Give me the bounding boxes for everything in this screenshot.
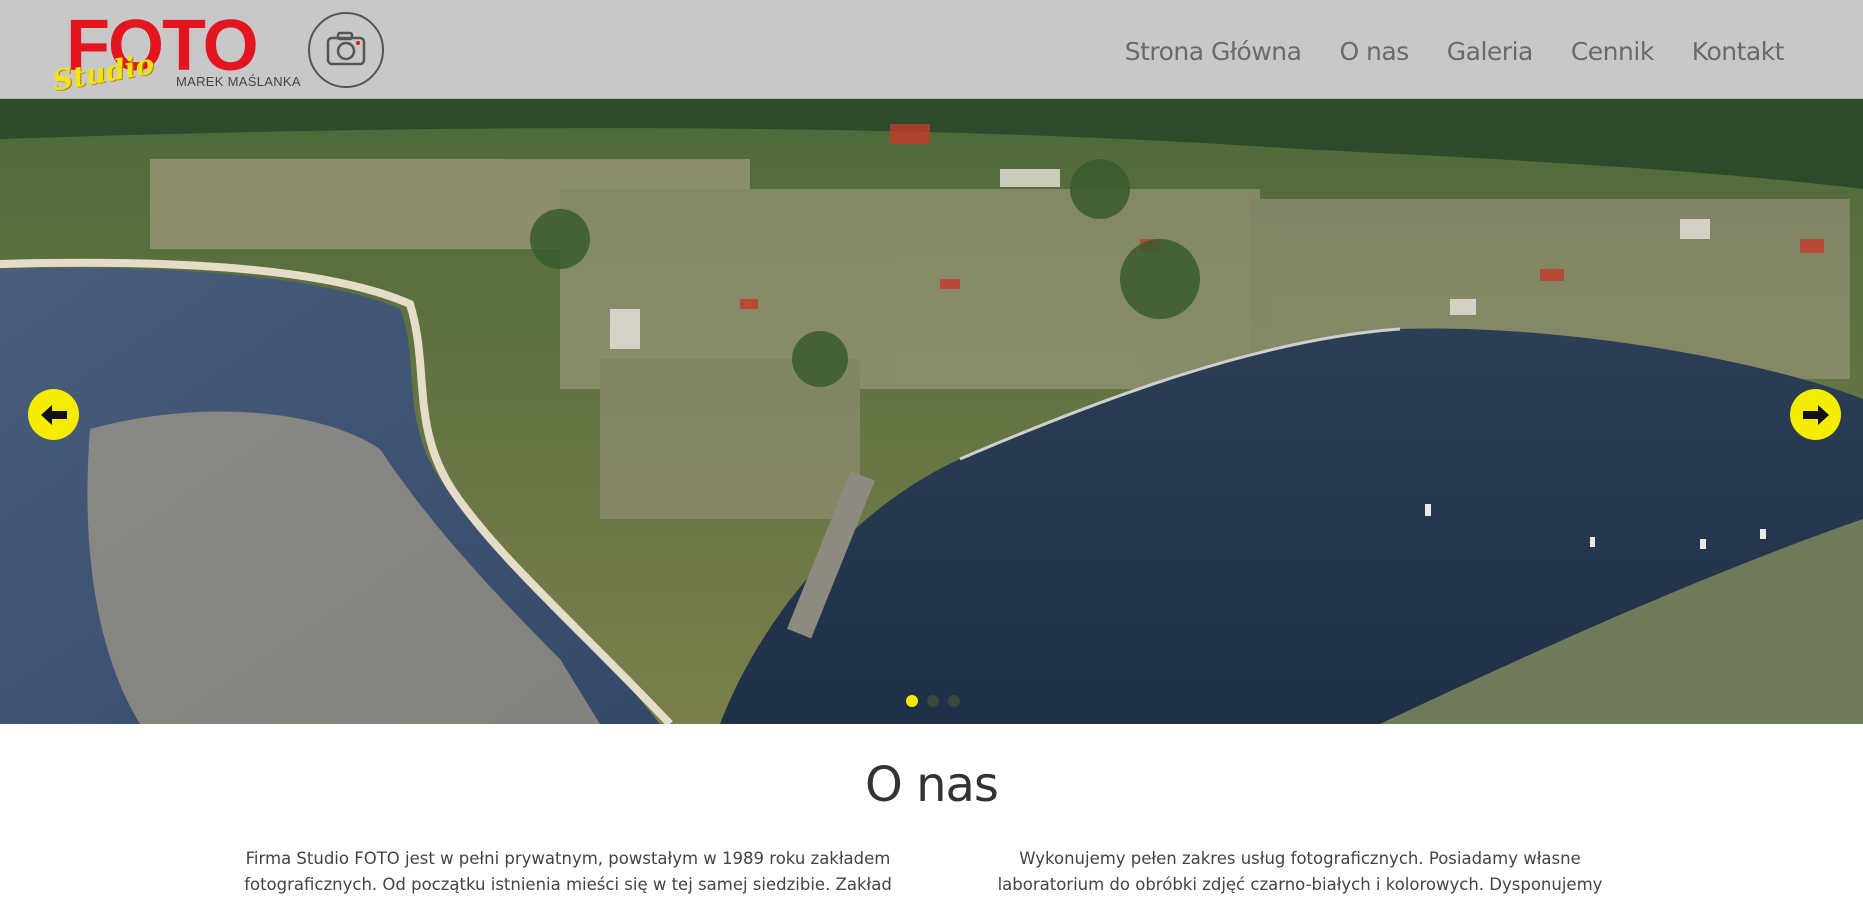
nav-contact[interactable]: Kontakt	[1673, 32, 1803, 72]
logo[interactable]: FOTO Studio MAREK MAŚLANKA	[50, 10, 390, 98]
slider-next-button[interactable]	[1790, 389, 1841, 440]
slider-dots	[906, 695, 960, 707]
main-nav: Strona Główna O nas Galeria Cennik Konta…	[1106, 32, 1803, 72]
site-header: FOTO Studio MAREK MAŚLANKA Strona Główna…	[0, 0, 1863, 99]
nav-about[interactable]: O nas	[1320, 32, 1427, 72]
camera-icon	[308, 12, 384, 88]
slider-prev-button[interactable]	[28, 389, 79, 440]
hero-image	[0, 99, 1863, 724]
nav-gallery[interactable]: Galeria	[1428, 32, 1552, 72]
logo-owner-name: MAREK MAŚLANKA	[176, 74, 301, 89]
about-title: O nas	[865, 757, 999, 813]
arrow-left-icon	[40, 404, 67, 425]
nav-home[interactable]: Strona Główna	[1106, 32, 1321, 72]
about-text-right: Wykonujemy pełen zakres usług fotografic…	[997, 849, 1603, 894]
hero-slider	[0, 99, 1863, 724]
arrow-right-icon	[1802, 404, 1829, 425]
slider-dot-2[interactable]	[927, 695, 939, 707]
slider-dot-1[interactable]	[906, 695, 918, 707]
about-text-left: Firma Studio FOTO jest w pełni prywatnym…	[244, 849, 892, 894]
nav-pricing[interactable]: Cennik	[1552, 32, 1673, 72]
slider-dot-3[interactable]	[948, 695, 960, 707]
